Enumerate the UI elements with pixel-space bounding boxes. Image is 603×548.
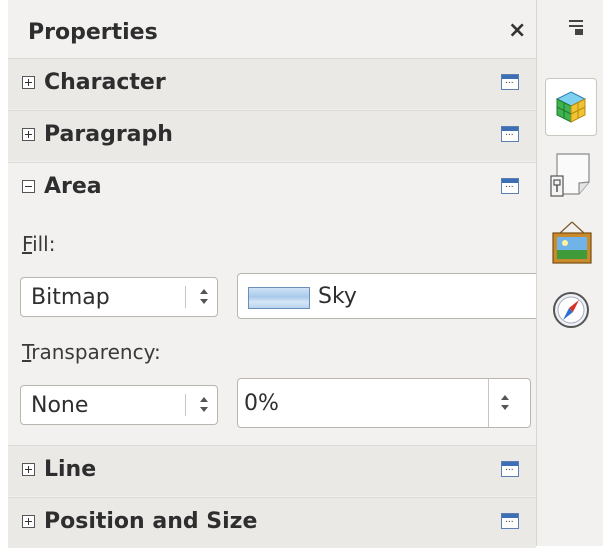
- section-position-size[interactable]: Position and Size: [8, 497, 536, 548]
- section-line[interactable]: Line: [8, 445, 536, 496]
- expand-icon[interactable]: [22, 76, 35, 89]
- spinner-icon[interactable]: [197, 394, 211, 416]
- transparency-value: 0%: [244, 391, 279, 416]
- spinner-icon[interactable]: [498, 392, 512, 414]
- close-icon[interactable]: ×: [508, 18, 526, 43]
- expand-icon[interactable]: [22, 463, 35, 476]
- transparency-label: Transparency:: [22, 340, 161, 364]
- gallery-icon: [552, 221, 592, 264]
- more-options-icon[interactable]: [501, 74, 519, 90]
- styles-tab[interactable]: [549, 152, 593, 202]
- fill-bitmap-select[interactable]: Sky: [237, 273, 540, 319]
- section-paragraph[interactable]: Paragraph: [8, 110, 536, 161]
- collapse-icon[interactable]: [22, 180, 35, 193]
- properties-panel: Properties × Character Paragraph Area Fi…: [8, 0, 540, 548]
- section-area[interactable]: Area: [8, 162, 536, 213]
- more-options-icon[interactable]: [501, 126, 519, 142]
- expand-icon[interactable]: [22, 515, 35, 528]
- section-label: Area: [44, 174, 102, 199]
- section-label: Character: [44, 70, 166, 95]
- fill-type-select[interactable]: Bitmap: [20, 277, 218, 317]
- fill-bitmap-value: Sky: [318, 284, 357, 309]
- section-label: Paragraph: [44, 122, 173, 147]
- sidebar-menu-icon[interactable]: [569, 18, 585, 35]
- more-options-icon[interactable]: [501, 461, 519, 477]
- navigator-icon: [553, 292, 589, 328]
- transparency-type-select[interactable]: None: [20, 385, 218, 425]
- section-character[interactable]: Character: [8, 58, 536, 109]
- transparency-value-field[interactable]: 0%: [237, 378, 531, 428]
- bitmap-preview-icon: [248, 287, 310, 309]
- more-options-icon[interactable]: [501, 178, 519, 194]
- transparency-type-value: None: [31, 393, 89, 418]
- section-label: Position and Size: [44, 509, 258, 534]
- expand-icon[interactable]: [22, 128, 35, 141]
- gallery-tab[interactable]: [551, 220, 593, 266]
- fill-label: Fill:: [22, 232, 56, 256]
- properties-tab[interactable]: [545, 78, 597, 136]
- navigator-tab[interactable]: [551, 290, 591, 330]
- panel-title: Properties: [28, 20, 158, 45]
- sidebar-deck: [536, 0, 603, 546]
- section-label: Line: [44, 457, 97, 482]
- fill-type-value: Bitmap: [31, 285, 110, 310]
- panel-titlebar: Properties ×: [8, 8, 536, 56]
- more-options-icon[interactable]: [501, 513, 519, 529]
- properties-icon: [555, 91, 587, 123]
- spinner-icon[interactable]: [197, 286, 211, 308]
- styles-icon: [550, 153, 590, 197]
